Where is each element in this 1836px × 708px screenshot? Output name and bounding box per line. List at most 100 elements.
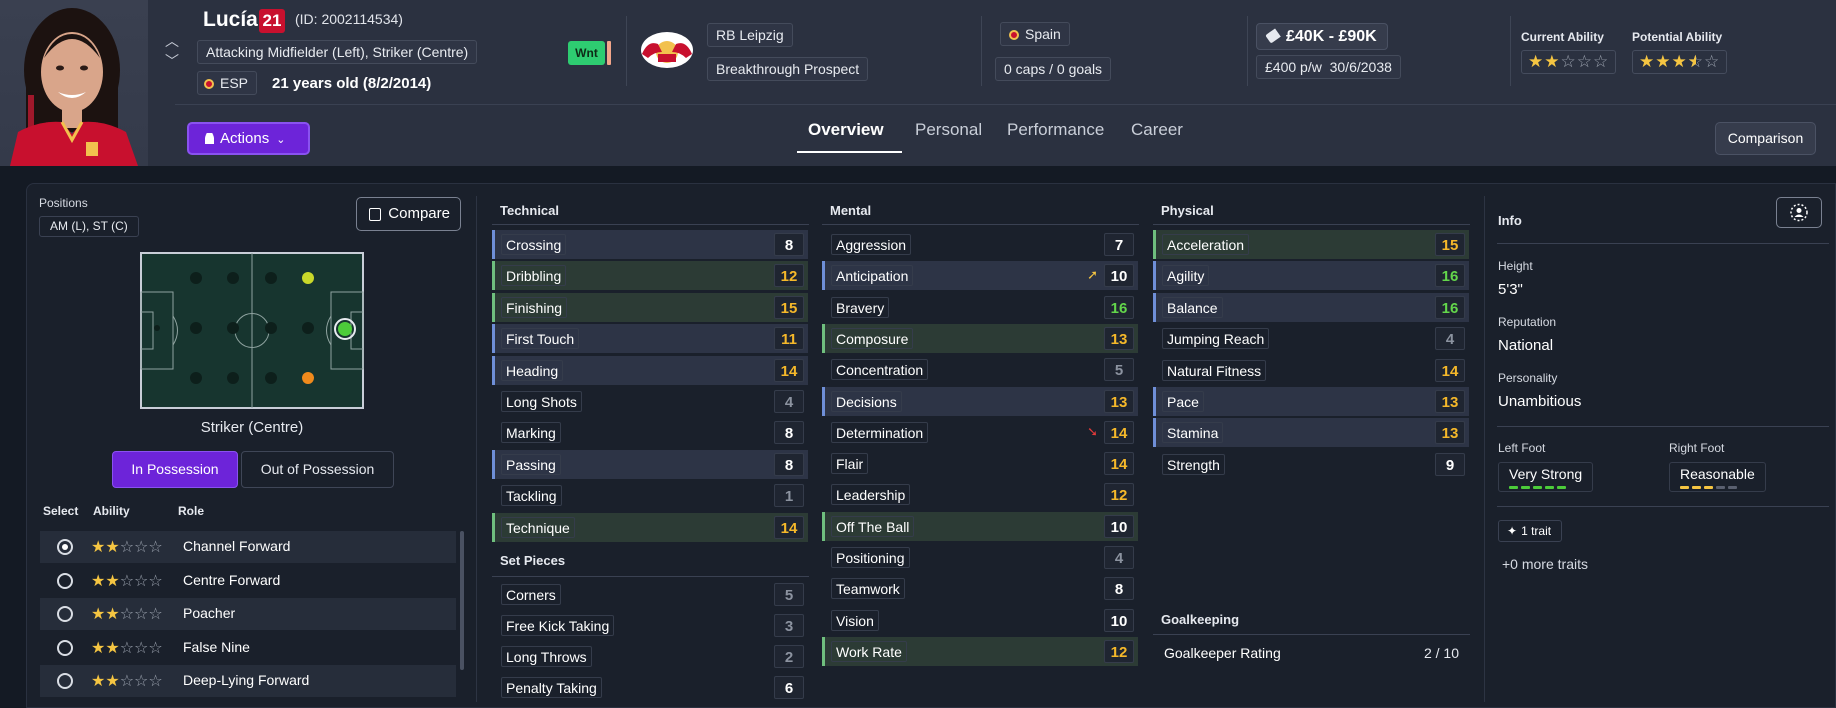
- attribute-row-first-touch[interactable]: First Touch 11: [492, 324, 808, 354]
- comparison-button[interactable]: Comparison: [1715, 122, 1816, 155]
- actions-button[interactable]: Actions ⌄: [187, 122, 310, 155]
- tab-overview[interactable]: Overview: [808, 120, 884, 140]
- divider: [1153, 634, 1470, 635]
- attribute-row-concentration[interactable]: Concentration 5: [822, 355, 1138, 384]
- position-pitch[interactable]: [140, 252, 364, 409]
- caps-goals: 0 caps / 0 goals: [995, 57, 1112, 81]
- attribute-row-bravery[interactable]: Bravery 16: [822, 293, 1138, 322]
- attribute-name: Determination: [831, 421, 929, 443]
- role-radio[interactable]: [57, 539, 73, 555]
- reputation-value: National: [1498, 337, 1554, 354]
- attribute-row-pace[interactable]: Pace 13: [1153, 387, 1469, 416]
- attribute-row-finishing[interactable]: Finishing 15: [492, 292, 808, 322]
- attribute-name: Dribbling: [501, 265, 567, 287]
- compare-button[interactable]: Compare: [356, 197, 461, 231]
- attribute-value: 5: [1104, 358, 1134, 382]
- role-radio[interactable]: [57, 640, 73, 656]
- tab-performance[interactable]: Performance: [1007, 120, 1104, 140]
- traits-pill[interactable]: ✦ 1 trait: [1498, 520, 1563, 542]
- role-radio[interactable]: [57, 606, 73, 622]
- attribute-row-vision[interactable]: Vision 10: [822, 606, 1138, 635]
- divider: [492, 576, 809, 577]
- next-player-button[interactable]: ﹀: [162, 52, 182, 70]
- role-radio[interactable]: [57, 673, 73, 689]
- attribute-row-long-throws[interactable]: Long Throws 2: [492, 642, 808, 671]
- player-profile-icon[interactable]: [1776, 197, 1822, 228]
- attribute-row-aggression[interactable]: Aggression 7: [822, 230, 1138, 259]
- player-positions: Attacking Midfielder (Left), Striker (Ce…: [197, 40, 478, 64]
- divider: [492, 224, 809, 225]
- attribute-row-jumping-reach[interactable]: Jumping Reach 4: [1153, 324, 1469, 353]
- previous-player-button[interactable]: ︿: [162, 32, 182, 50]
- attribute-row-balance[interactable]: Balance 16: [1153, 292, 1469, 322]
- nation-pill[interactable]: Spain: [1000, 22, 1070, 46]
- tab-personal[interactable]: Personal: [915, 120, 982, 140]
- club-logo-icon[interactable]: [638, 30, 696, 70]
- attribute-value: 13: [1104, 389, 1134, 413]
- attribute-name: Agility: [1162, 265, 1210, 287]
- attribute-row-work-rate[interactable]: Work Rate 12: [822, 636, 1138, 666]
- role-radio[interactable]: [57, 573, 73, 589]
- attribute-row-flair[interactable]: Flair 14: [822, 449, 1138, 478]
- role-row[interactable]: ★★☆☆☆ Poacher: [40, 598, 456, 630]
- goalkeeper-rating-row: Goalkeeper Rating 2 / 10: [1155, 638, 1471, 668]
- attribute-value: 11: [774, 327, 804, 351]
- attribute-row-technique[interactable]: Technique 14: [492, 512, 808, 542]
- attribute-name: Flair: [831, 453, 869, 475]
- attribute-row-free-kick-taking[interactable]: Free Kick Taking 3: [492, 611, 808, 640]
- technical-title: Technical: [500, 203, 560, 218]
- attribute-row-penalty-taking[interactable]: Penalty Taking 6: [492, 673, 808, 702]
- role-row[interactable]: ★★☆☆☆ Channel Forward: [40, 531, 456, 563]
- role-row[interactable]: ★★☆☆☆ Centre Forward: [40, 565, 456, 597]
- role-ability-stars: ★★☆☆☆: [91, 606, 163, 623]
- more-traits-link[interactable]: +0 more traits: [1502, 556, 1588, 572]
- trend-down-icon: ➘: [1087, 423, 1098, 439]
- attribute-row-strength[interactable]: Strength 9: [1153, 450, 1469, 479]
- attribute-name: Decisions: [831, 390, 902, 412]
- attribute-row-stamina[interactable]: Stamina 13: [1153, 418, 1469, 448]
- nationality-pill[interactable]: ESP: [197, 71, 258, 95]
- height-label: Height: [1498, 259, 1533, 273]
- in-possession-toggle[interactable]: In Possession: [112, 451, 238, 488]
- current-ability-label: Current Ability: [1521, 30, 1604, 44]
- attribute-row-long-shots[interactable]: Long Shots 4: [492, 387, 808, 416]
- role-name: Poacher: [183, 605, 236, 621]
- current-ability-stars: ★★☆☆☆: [1521, 50, 1617, 74]
- attribute-row-determination[interactable]: Determination 14 ➘: [822, 418, 1138, 447]
- transfer-value[interactable]: £40K - £90K: [1256, 23, 1388, 50]
- club-name[interactable]: RB Leipzig: [707, 23, 793, 47]
- sparkle-icon: ✦: [1507, 524, 1518, 538]
- right-foot-label: Right Foot: [1669, 441, 1725, 455]
- active-tab-indicator: [797, 151, 902, 153]
- role-name: Deep-Lying Forward: [183, 672, 310, 688]
- attribute-row-positioning[interactable]: Positioning 4: [822, 543, 1138, 572]
- attribute-row-agility[interactable]: Agility 16: [1153, 261, 1469, 291]
- attribute-row-natural-fitness[interactable]: Natural Fitness 14: [1153, 356, 1469, 385]
- tab-career[interactable]: Career: [1131, 120, 1183, 140]
- attribute-row-heading[interactable]: Heading 14: [492, 355, 808, 385]
- attribute-row-tackling[interactable]: Tackling 1: [492, 481, 808, 510]
- role-row[interactable]: ★★☆☆☆ Deep-Lying Forward: [40, 665, 456, 697]
- wnt-badge[interactable]: Wnt: [568, 41, 605, 65]
- attribute-row-teamwork[interactable]: Teamwork 8: [822, 574, 1138, 603]
- out-of-possession-toggle[interactable]: Out of Possession: [241, 451, 394, 488]
- player-age: 21 years old (8/2/2014): [272, 75, 432, 92]
- attribute-row-composure[interactable]: Composure 13: [822, 323, 1138, 353]
- attribute-row-corners[interactable]: Corners 5: [492, 580, 808, 609]
- attribute-row-marking[interactable]: Marking 8: [492, 418, 808, 447]
- attribute-row-off-the-ball[interactable]: Off The Ball 10: [822, 511, 1138, 541]
- divider: [822, 224, 1139, 225]
- attribute-row-dribbling[interactable]: Dribbling 12: [492, 261, 808, 291]
- attribute-row-decisions[interactable]: Decisions 13: [822, 386, 1138, 416]
- attribute-row-leadership[interactable]: Leadership 12: [822, 480, 1138, 509]
- divider: [1153, 224, 1470, 225]
- attribute-value: 14: [774, 358, 804, 382]
- attribute-row-acceleration[interactable]: Acceleration 15: [1153, 230, 1469, 259]
- attribute-row-anticipation[interactable]: Anticipation 10 ➚: [822, 261, 1138, 291]
- attribute-row-passing[interactable]: Passing 8: [492, 449, 808, 479]
- attribute-row-crossing[interactable]: Crossing 8: [492, 230, 808, 259]
- shirt-number-badge: 21: [259, 9, 285, 33]
- role-row[interactable]: ★★☆☆☆ False Nine: [40, 632, 456, 664]
- roles-scrollbar[interactable]: [460, 531, 464, 670]
- pitch-position-caption: Striker (Centre): [200, 419, 304, 436]
